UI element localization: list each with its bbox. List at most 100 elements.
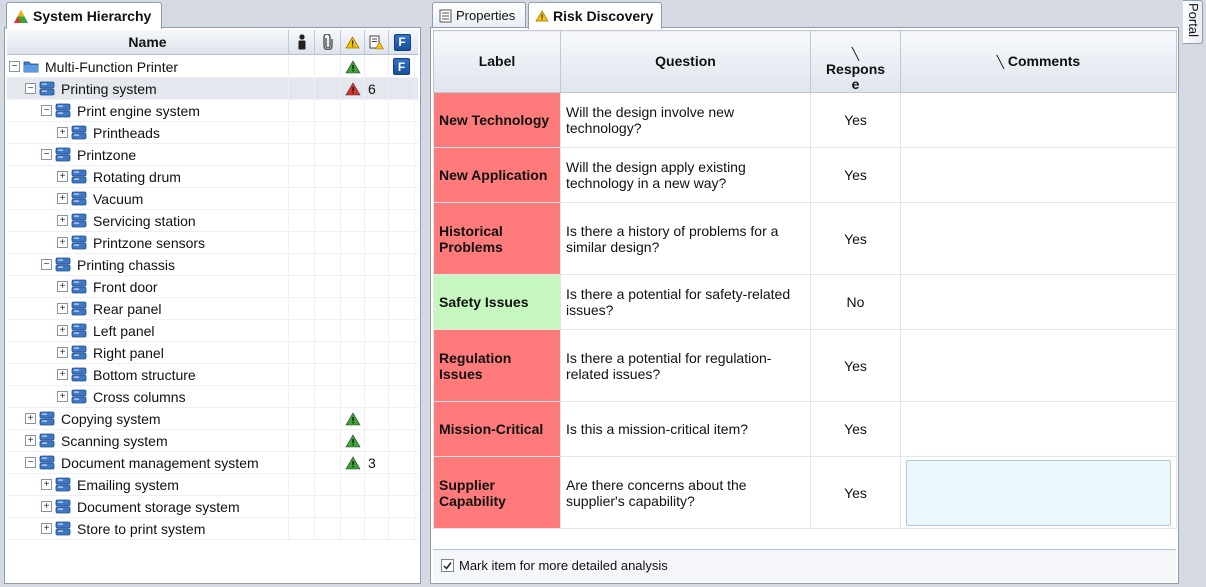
risk-warning-green-icon [344,433,361,448]
tab-risk-discovery[interactable]: Risk Discovery [528,2,662,29]
tree-node-label: Printzone sensors [93,235,206,251]
tree-row[interactable]: + Rear panel [7,298,418,320]
tree-row[interactable]: − Print engine system [7,100,418,122]
tree-row[interactable]: + Servicing station [7,210,418,232]
system-node-icon [55,518,71,540]
tree-row[interactable]: − Printing chassis [7,254,418,276]
expand-icon[interactable]: + [41,479,52,490]
tree-node-label: Scanning system [61,433,168,449]
attachment-cell [315,496,341,517]
column-header-label[interactable]: Label [433,30,561,93]
risk-row[interactable]: Supplier Capability Are there concerns ab… [433,456,1177,529]
expand-icon[interactable]: + [57,347,68,358]
expand-icon[interactable]: + [41,523,52,534]
tree-row[interactable]: + Printzone sensors [7,232,418,254]
risk-response-cell[interactable]: Yes [810,329,901,402]
notes-warning-column-icon[interactable] [365,30,389,54]
tree-node-label: Rotating drum [93,169,181,185]
collapse-icon[interactable]: − [41,105,52,116]
risk-row[interactable]: New Technology Will the design involve ne… [433,92,1177,148]
expand-icon[interactable]: + [57,325,68,336]
tree-row[interactable]: + Emailing system [7,474,418,496]
filter-column-icon[interactable]: F [389,30,415,54]
risk-response-cell[interactable]: Yes [810,92,901,148]
filter-cell [389,210,415,231]
collapse-icon[interactable]: − [25,457,36,468]
expand-icon[interactable]: + [57,281,68,292]
risk-response-cell[interactable]: Yes [810,401,901,457]
attachment-column-icon[interactable] [315,30,341,54]
expand-icon[interactable]: + [57,391,68,402]
column-header-question[interactable]: Question [560,30,811,93]
risk-comments-cell[interactable] [900,456,1177,529]
risk-response-cell[interactable]: Yes [810,456,901,529]
expand-icon[interactable]: + [41,501,52,512]
expand-icon[interactable]: + [57,193,68,204]
filter-icon[interactable]: F [393,58,410,75]
owner-cell [289,364,315,385]
tree-row[interactable]: − Document management system 3 [7,452,418,474]
expand-icon[interactable]: + [57,215,68,226]
owner-cell [289,188,315,209]
expand-icon[interactable]: + [57,303,68,314]
tree-row[interactable]: + Vacuum [7,188,418,210]
tree-node-name: + Printzone sensors [7,232,289,253]
risk-comments-cell[interactable] [900,92,1177,148]
panel-splitter[interactable] [422,2,429,584]
collapse-icon[interactable]: − [41,259,52,270]
expand-icon[interactable]: + [57,171,68,182]
risk-row[interactable]: New Application Will the design apply exi… [433,147,1177,203]
tab-properties[interactable]: Properties [432,2,526,28]
collapse-icon[interactable]: − [9,61,20,72]
tree-row[interactable]: + Front door [7,276,418,298]
tree-row[interactable]: + Bottom structure [7,364,418,386]
expand-icon[interactable]: + [25,435,36,446]
collapse-icon[interactable]: − [25,83,36,94]
comment-editor[interactable] [906,459,1171,526]
tree-row[interactable]: − Printing system 6 [7,78,418,100]
attachment-cell [315,78,341,99]
expand-icon[interactable]: + [25,413,36,424]
owner-column-icon[interactable] [289,30,315,54]
tree-node-name: − Printing chassis [7,254,289,275]
expand-icon[interactable]: + [57,369,68,380]
expand-icon[interactable]: + [57,237,68,248]
tree-row[interactable]: + Cross columns [7,386,418,408]
tree-row[interactable]: + Rotating drum [7,166,418,188]
tree-row[interactable]: + Document storage system [7,496,418,518]
risk-row[interactable]: Safety Issues Is there a potential for sa… [433,274,1177,330]
owner-cell [289,166,315,187]
column-header-comments[interactable]: ╲ Comments [900,30,1177,93]
tree-row[interactable]: + Right panel [7,342,418,364]
column-header-name[interactable]: Name [7,30,289,54]
risk-comments-cell[interactable] [900,274,1177,330]
risk-comments-cell[interactable] [900,401,1177,457]
collapse-icon[interactable]: − [41,149,52,160]
risk-response-cell[interactable]: Yes [810,147,901,203]
tree-row[interactable]: + Store to print system [7,518,418,540]
risk-row[interactable]: Regulation Issues Is there a potential fo… [433,329,1177,402]
column-header-response[interactable]: ╲ Respons e [810,30,901,93]
tree-row[interactable]: − Multi-Function Printer F [7,56,418,78]
detailed-analysis-checkbox[interactable] [441,559,454,572]
risk-row[interactable]: Mission-Critical Is this a mission-critic… [433,401,1177,457]
warning-column-icon[interactable] [341,30,365,54]
risk-comments-cell[interactable] [900,202,1177,275]
tab-system-hierarchy[interactable]: System Hierarchy [6,2,162,29]
portal-side-tab[interactable]: Portal [1183,0,1203,44]
owner-cell [289,56,315,77]
tree-row[interactable]: − Printzone [7,144,418,166]
tree-row[interactable]: + Left panel [7,320,418,342]
risk-response-cell[interactable]: No [810,274,901,330]
warning-count-cell [365,122,389,143]
risk-comments-cell[interactable] [900,329,1177,402]
tree-row[interactable]: + Copying system [7,408,418,430]
risk-row[interactable]: Historical Problems Is there a history of… [433,202,1177,275]
tree-row[interactable]: + Scanning system [7,430,418,452]
warning-count-cell [365,474,389,495]
risk-response-cell[interactable]: Yes [810,202,901,275]
tree-row[interactable]: + Printheads [7,122,418,144]
tree-node-name: + Rear panel [7,298,289,319]
risk-comments-cell[interactable] [900,147,1177,203]
expand-icon[interactable]: + [57,127,68,138]
